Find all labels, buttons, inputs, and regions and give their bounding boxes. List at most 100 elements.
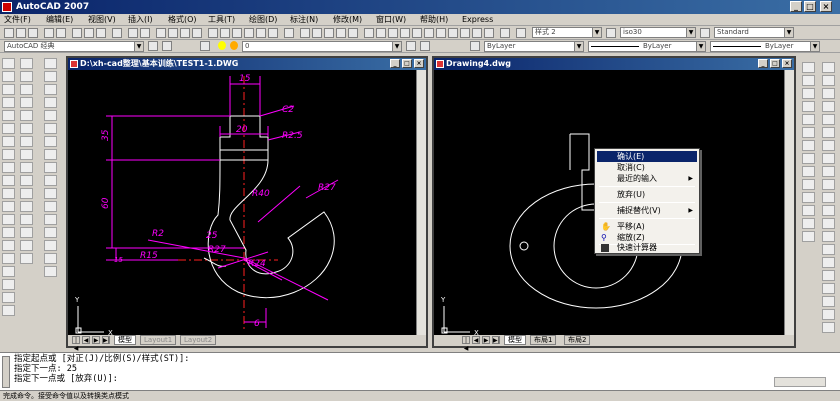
color-control-icon[interactable]: [470, 41, 480, 51]
dim-linear-icon[interactable]: [44, 58, 57, 69]
preview-icon[interactable]: [56, 28, 66, 38]
drawing-canvas[interactable]: 15 C2 20 R2.5 35 R40 R27 60 25 R27 R2 R1…: [68, 70, 416, 337]
menu-express[interactable]: Express: [462, 14, 493, 26]
chamfer-right-icon[interactable]: [822, 244, 835, 255]
tab2-prev-button[interactable]: ◀: [472, 336, 480, 344]
drawing-window-test1[interactable]: D:\xh-cad整理\基本训练\TEST1-1.DWG _ □ × 15 C2…: [66, 56, 428, 352]
print-icon[interactable]: [44, 28, 54, 38]
ctx-recent-input[interactable]: 最近的输入 ▶: [597, 173, 697, 184]
rotate-right-icon[interactable]: [822, 140, 835, 151]
menu-modify[interactable]: 修改(M): [333, 14, 362, 26]
rotate-icon[interactable]: [20, 136, 33, 147]
close-button[interactable]: ×: [820, 1, 832, 12]
fillet-icon[interactable]: [20, 240, 33, 251]
tolerance-symbol-icon[interactable]: [44, 214, 57, 225]
dimangular-icon[interactable]: [424, 28, 434, 38]
ellipse-icon[interactable]: [2, 175, 15, 186]
zoom-window-icon[interactable]: [180, 28, 190, 38]
array-right-icon[interactable]: [822, 114, 835, 125]
point-icon[interactable]: [2, 227, 15, 238]
quickcalc-icon[interactable]: [268, 28, 278, 38]
dimupdate-icon[interactable]: [484, 28, 494, 38]
ctx-undo[interactable]: 放弃(U): [597, 189, 697, 200]
qleader-icon[interactable]: [44, 201, 57, 212]
area-icon[interactable]: [312, 28, 322, 38]
spline-icon[interactable]: [2, 162, 15, 173]
markup-icon[interactable]: [256, 28, 266, 38]
trim-icon[interactable]: [20, 175, 33, 186]
tab2-model[interactable]: 模型: [504, 335, 526, 345]
dim-jogged-icon[interactable]: [44, 123, 57, 134]
extend-right-icon[interactable]: [822, 192, 835, 203]
text-icon[interactable]: [516, 28, 526, 38]
workspace-select[interactable]: AutoCAD 经典 ▼: [4, 41, 144, 52]
dim-angular-icon[interactable]: [44, 149, 57, 160]
array-icon[interactable]: [20, 110, 33, 121]
circle-icon[interactable]: [2, 136, 15, 147]
region-icon[interactable]: [2, 266, 15, 277]
properties-right-icon[interactable]: [822, 296, 835, 307]
minimize-button[interactable]: _: [790, 1, 802, 12]
menu-dimension[interactable]: 标注(N): [290, 14, 318, 26]
zoom-previous-icon[interactable]: [192, 28, 202, 38]
table-style-select[interactable]: Standard ▼: [714, 27, 794, 38]
dimradius-icon[interactable]: [412, 28, 422, 38]
dim-style-icon[interactable]: [606, 28, 616, 38]
qdim-icon[interactable]: [44, 162, 57, 173]
dim-radius-right-icon[interactable]: [802, 101, 815, 112]
dim-ordinate-icon[interactable]: [44, 97, 57, 108]
erase-icon[interactable]: [20, 58, 33, 69]
trim-right-icon[interactable]: [822, 179, 835, 190]
join-icon[interactable]: [20, 214, 33, 225]
doc-minimize-button[interactable]: _: [390, 59, 400, 68]
gradient-icon[interactable]: [2, 253, 15, 264]
massprop-icon[interactable]: [324, 28, 334, 38]
help-icon[interactable]: [284, 28, 294, 38]
undo-icon[interactable]: [128, 28, 138, 38]
left-window-vertical-scrollbar[interactable]: [416, 70, 426, 335]
zoom-right-icon[interactable]: [822, 322, 835, 333]
save-icon[interactable]: [28, 28, 38, 38]
dim-radius-icon[interactable]: [44, 110, 57, 121]
maximize-button[interactable]: □: [804, 1, 816, 12]
join-right-icon[interactable]: [822, 231, 835, 242]
workspace-save-icon[interactable]: [162, 41, 172, 51]
fillet-right-icon[interactable]: [822, 257, 835, 268]
tab-next-button[interactable]: ▶: [92, 336, 100, 344]
magnet-icon[interactable]: [822, 283, 835, 294]
layer-right-icon[interactable]: [822, 309, 835, 320]
dim-aligned-right-icon[interactable]: [802, 75, 815, 86]
dimlinear-icon[interactable]: [388, 28, 398, 38]
tab-layout1[interactable]: Layout1: [140, 335, 177, 345]
dim-baseline-right-icon[interactable]: [802, 140, 815, 151]
tab2-next-button[interactable]: ▶: [482, 336, 490, 344]
scale-icon[interactable]: [20, 149, 33, 160]
move-right-icon[interactable]: [822, 127, 835, 138]
menu-window[interactable]: 窗口(W): [376, 14, 406, 26]
dimcenter-icon[interactable]: [460, 28, 470, 38]
id-point-icon[interactable]: [348, 28, 358, 38]
dim-text-edit-icon[interactable]: [44, 253, 57, 264]
dim-aligned-icon[interactable]: [44, 71, 57, 82]
dim-continue-right-icon[interactable]: [802, 153, 815, 164]
copy-right-icon[interactable]: [822, 75, 835, 86]
dimtedit-right-icon[interactable]: [802, 218, 815, 229]
revcloud-icon[interactable]: [2, 149, 15, 160]
tab-last-button[interactable]: ▶|: [102, 336, 110, 344]
dim-linear-right-icon[interactable]: [802, 62, 815, 73]
menu-insert[interactable]: 插入(I): [128, 14, 153, 26]
cut-icon[interactable]: [72, 28, 82, 38]
dim-baseline-icon[interactable]: [44, 175, 57, 186]
dimaligned-icon[interactable]: [400, 28, 410, 38]
dim-arc-icon[interactable]: [44, 84, 57, 95]
ucs-icon[interactable]: [376, 28, 386, 38]
stretch-icon[interactable]: [20, 162, 33, 173]
update-right-icon[interactable]: [802, 231, 815, 242]
lineweight-select[interactable]: ByLayer ▼: [710, 41, 820, 52]
dim-update-icon[interactable]: [44, 266, 57, 277]
explode-right-icon[interactable]: [822, 270, 835, 281]
tab-prev-button[interactable]: ◀: [82, 336, 90, 344]
leader-right-icon[interactable]: [802, 166, 815, 177]
tab-layout2[interactable]: Layout2: [180, 335, 217, 345]
polyline-icon[interactable]: [2, 84, 15, 95]
